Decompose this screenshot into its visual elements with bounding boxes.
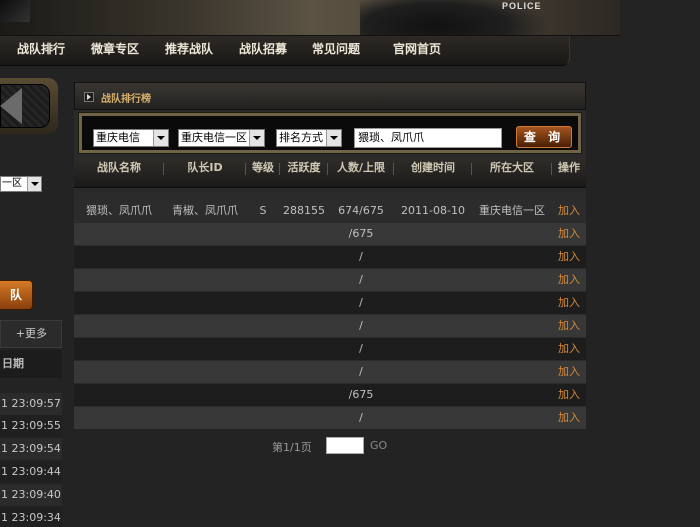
server-select-value: 重庆电信 [96,131,140,144]
members: / [359,319,363,332]
join-link[interactable]: 加入 [552,269,586,291]
left-team-button[interactable]: 队 [0,280,33,310]
join-link[interactable]: 加入 [552,200,586,222]
members: / [359,296,363,309]
table-row: / 加入 [74,292,586,314]
panel-title: 战队排行榜 [101,94,151,105]
left-time-item: 1 23:09:40 [0,484,62,506]
chevron-down-icon [27,177,41,191]
column-leader-id: 队长ID [164,158,246,188]
nav-item-badge-zone[interactable]: 微章专区 [91,36,139,64]
members: / [359,411,363,424]
table-row: /675 加入 [74,384,586,406]
table-row: / 加入 [74,246,586,268]
join-link[interactable]: 加入 [552,361,586,383]
more-label: +更多 [15,327,47,340]
nav-item-recommended-teams[interactable]: 推荐战队 [165,36,213,64]
join-link[interactable]: 加入 [552,246,586,268]
join-link[interactable]: 加入 [552,338,586,360]
column-action: 操作 [558,161,580,174]
search-bar: 重庆电信 重庆电信一区 排名方式 猥琐、凤爪爪 查 询 [78,112,582,154]
table-row: 猥琐、凤爪爪 青椒、凤爪爪 S 288155 674/675 2011-08-1… [74,200,586,222]
header-banner: POLICE [0,0,620,36]
table-row: / 加入 [74,338,586,360]
left-time-item: 1 23:09:55 [0,415,62,437]
members: / [359,365,363,378]
column-level: 等级 [246,158,280,188]
nav-item-team-recruit[interactable]: 战队招募 [239,36,287,64]
members: / [359,250,363,263]
play-icon [84,92,94,102]
activity: 288155 [283,204,325,217]
page-number-input[interactable] [326,437,364,454]
column-activity: 活跃度 [280,158,328,188]
nav-item-faq[interactable]: 常见问题 [312,36,360,64]
table-header: 战队名称 队长ID 等级 活跃度 人数/上限 创建时间 所在大区 操作 [74,158,586,188]
left-more-link[interactable]: +更多 [0,320,62,348]
server-select[interactable]: 重庆电信 [93,129,169,147]
weapon-graphic [0,0,30,22]
members: /675 [348,227,374,240]
page-info: 第1/1页 [272,441,312,454]
query-button[interactable]: 查 询 [516,126,572,148]
ranking-panel: 战队排行榜 重庆电信 重庆电信一区 排名方式 猥琐、凤爪爪 查 询 战队名称 队… [74,82,586,429]
zone-select[interactable]: 重庆电信一区 [178,129,265,147]
team-name: 猥琐、凤爪爪 [86,204,152,217]
main-nav: 战队排行 微章专区 推荐战队 战队招募 常见问题 官网首页 [0,36,570,66]
search-bar-inner: 重庆电信 重庆电信一区 排名方式 猥琐、凤爪爪 查 询 [82,116,578,150]
left-date-header: 日期 [0,350,62,378]
table-row: / 加入 [74,269,586,291]
join-link[interactable]: 加入 [552,292,586,314]
chevron-down-icon [249,130,264,146]
column-region: 所在大区 [472,158,552,188]
sort-select[interactable]: 排名方式 [276,129,342,147]
table-row: / 加入 [74,407,586,429]
panel-header: 战队排行榜 [74,82,586,110]
zone-select-value: 重庆电信一区 [181,131,247,144]
left-time-item: 1 23:09:34 [0,507,62,527]
join-link[interactable]: 加入 [552,223,586,245]
column-team-name: 战队名称 [74,158,164,188]
members: / [359,342,363,355]
table-row: /675 加入 [74,223,586,245]
pagination: 第1/1页 GO [74,437,586,455]
level: S [259,204,267,217]
join-link[interactable]: 加入 [552,407,586,429]
go-button[interactable]: GO [370,439,387,452]
left-time-item: 1 23:09:44 [0,461,62,483]
keyword-input[interactable]: 猥琐、凤爪爪 [354,128,502,148]
created: 2011-08-10 [401,204,465,217]
arrow-left-icon [0,88,22,124]
table-row: / 加入 [74,315,586,337]
column-members: 人数/上限 [328,158,394,188]
left-time-item: 1 23:09:57 [0,393,62,415]
chevron-down-icon [326,130,341,146]
table-row: / 加入 [74,361,586,383]
left-prev-arrow-button[interactable] [0,78,58,134]
members: / [359,273,363,286]
sort-select-value: 排名方式 [279,131,323,144]
column-created: 创建时间 [394,158,472,188]
members: 674/675 [338,204,384,217]
left-time-item: 1 23:09:54 [0,438,62,460]
police-badge-text: POLICE [502,1,542,11]
members: /675 [348,388,374,401]
nav-item-team-ranking[interactable]: 战队排行 [17,36,65,64]
leader-id: 青椒、凤爪爪 [172,204,238,217]
region: 重庆电信一区 [479,204,545,217]
join-link[interactable]: 加入 [552,384,586,406]
chevron-down-icon [153,130,168,146]
nav-item-official-home[interactable]: 官网首页 [393,36,441,64]
left-zone-select[interactable]: 一区 [0,176,42,192]
left-zone-select-value: 一区 [2,178,22,189]
join-link[interactable]: 加入 [552,315,586,337]
